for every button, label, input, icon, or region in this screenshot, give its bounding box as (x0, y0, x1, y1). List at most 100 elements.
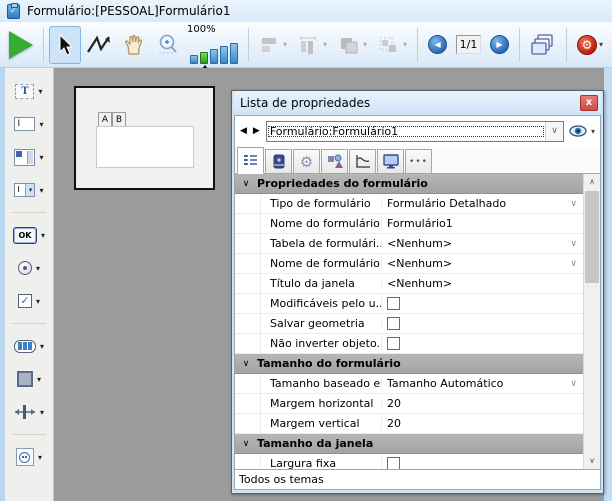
form-tab-b[interactable]: B (112, 112, 126, 126)
chevron-down-icon: ▾ (591, 127, 595, 136)
settings-button[interactable]: ⚙ ▾ (572, 26, 608, 64)
form-tab-a[interactable]: A (98, 112, 112, 126)
value-text[interactable]: Formulário Detalhado (387, 197, 506, 210)
socket-tool-button[interactable]: ▾ (16, 444, 42, 470)
slider-tool-button[interactable]: ▾ (14, 399, 44, 425)
run-form-button[interactable] (4, 26, 38, 64)
scroll-down-icon[interactable]: ∨ (584, 453, 600, 469)
next-object-button[interactable]: ▶ (253, 126, 261, 136)
zoom-bar-3[interactable] (210, 49, 218, 64)
property-value[interactable] (382, 317, 583, 330)
chevron-down-icon[interactable]: ∨ (570, 239, 577, 249)
tab-objects[interactable] (321, 149, 348, 173)
label-tool-button[interactable]: T ▾ (15, 78, 42, 104)
chevron-down-icon[interactable]: ▾ (39, 120, 43, 129)
properties-panel: Lista de propriedades x ◀ ▶ Formulário:F… (231, 90, 604, 494)
property-value[interactable] (382, 297, 583, 310)
chevron-down-icon[interactable]: ▾ (38, 453, 42, 462)
previous-object-button[interactable]: ◀ (240, 126, 248, 136)
row-gutter (235, 274, 261, 293)
chevron-down-icon[interactable]: ∨ (545, 122, 563, 141)
value-checkbox[interactable] (387, 297, 400, 310)
close-button[interactable]: x (580, 95, 598, 111)
zoom-bar-1[interactable] (190, 55, 198, 64)
radio-tool-button[interactable]: ▾ (18, 255, 40, 281)
value-text[interactable]: <Nenhum> (387, 257, 452, 270)
combobox-tool-button[interactable]: I ▾ (14, 177, 43, 203)
scroll-up-icon[interactable]: ∧ (584, 174, 600, 190)
chevron-down-icon[interactable]: ▾ (36, 297, 40, 306)
value-checkbox[interactable] (387, 457, 400, 469)
properties-panel-titlebar[interactable]: Lista de propriedades x (234, 91, 601, 115)
shapes-icon (327, 154, 343, 170)
tab-display[interactable] (377, 149, 404, 173)
chevron-down-icon[interactable]: ▾ (41, 231, 45, 240)
page-indicator: 1/1 (456, 35, 481, 54)
value-text[interactable]: 20 (387, 417, 401, 430)
chevron-down-icon[interactable]: ▾ (39, 153, 43, 162)
value-text[interactable]: Tamanho Automático (387, 377, 503, 390)
connector-tool-button[interactable] (81, 26, 117, 64)
tab-behavior[interactable]: ⚙ (293, 149, 320, 173)
zoom-bar-4[interactable] (220, 46, 228, 64)
row-gutter (235, 194, 261, 213)
form-tab-content[interactable] (96, 126, 194, 168)
form-preview[interactable]: A B (74, 86, 215, 190)
property-value[interactable] (382, 337, 583, 350)
chevron-down-icon[interactable]: ▾ (36, 264, 40, 273)
checkbox-tool-button[interactable]: ✓ ▾ (18, 288, 40, 314)
chevron-down-icon[interactable]: ∨ (570, 379, 577, 389)
value-text[interactable]: Formulário1 (387, 217, 453, 230)
property-value[interactable]: Formulário1 (382, 217, 583, 230)
property-label: Nome de formulário... (261, 257, 382, 270)
pan-tool-button[interactable] (117, 26, 151, 64)
rectangle-tool-button[interactable]: ▾ (17, 366, 41, 392)
section-header-tamanho-do-formulario[interactable]: ∨Tamanho do formulário (235, 354, 583, 374)
chevron-down-icon[interactable]: ▾ (40, 408, 44, 417)
previous-page-button[interactable]: ◀ (423, 26, 452, 64)
property-value[interactable]: 20 (382, 417, 583, 430)
window-list-button[interactable] (525, 26, 561, 64)
combobox-icon: I (14, 183, 35, 197)
value-checkbox[interactable] (387, 317, 400, 330)
tab-more[interactable]: ••• (405, 149, 432, 173)
select-tool-button[interactable] (49, 26, 81, 64)
next-page-button[interactable]: ▶ (485, 26, 514, 64)
value-checkbox[interactable] (387, 337, 400, 350)
zoom-bar-current[interactable] (200, 52, 208, 64)
property-value[interactable]: <Nenhum> ∨ (382, 237, 583, 250)
edit-field-tool-button[interactable]: I ▾ (14, 111, 43, 137)
tab-data[interactable] (265, 149, 292, 173)
property-value[interactable]: <Nenhum> ∨ (382, 257, 583, 270)
object-selector-combobox[interactable]: Formulário:Formulário1 ∨ (266, 121, 564, 142)
chevron-down-icon[interactable]: ▾ (37, 375, 41, 384)
section-header-propriedades-do-formulario[interactable]: ∨Propriedades do formulário (235, 174, 583, 194)
value-text[interactable]: <Nenhum> (387, 277, 452, 290)
chevron-down-icon[interactable]: ∨ (570, 199, 577, 209)
button-tool-button[interactable]: OK ▾ (13, 222, 45, 248)
property-value[interactable]: Formulário Detalhado ∨ (382, 197, 583, 210)
property-list-icon (243, 153, 259, 169)
value-text[interactable]: <Nenhum> (387, 237, 452, 250)
property-value[interactable]: 20 (382, 397, 583, 410)
zoom-level-control[interactable]: 100% (185, 26, 243, 64)
property-value[interactable]: <Nenhum> (382, 277, 583, 290)
vertical-scrollbar[interactable]: ∧ ∨ (583, 174, 600, 469)
chevron-down-icon[interactable]: ▾ (39, 186, 43, 195)
tab-chart[interactable] (349, 149, 376, 173)
value-text[interactable]: 20 (387, 397, 401, 410)
align-objects-button: ▾ (254, 26, 292, 64)
listbox-tool-button[interactable]: ▾ (14, 144, 43, 170)
progressbar-tool-button[interactable]: ▾ (14, 333, 44, 359)
zoom-tool-button[interactable] (151, 26, 185, 64)
scrollbar-thumb[interactable] (585, 191, 599, 283)
visibility-filter-button[interactable]: ▾ (569, 124, 595, 138)
chevron-down-icon[interactable]: ∨ (570, 259, 577, 269)
property-value[interactable] (382, 457, 583, 469)
property-value[interactable]: Tamanho Automático ∨ (382, 377, 583, 390)
chevron-down-icon[interactable]: ▾ (38, 87, 42, 96)
chevron-down-icon[interactable]: ▾ (40, 342, 44, 351)
zoom-bar-5[interactable] (230, 43, 238, 64)
tab-property-list[interactable] (237, 147, 264, 174)
section-header-tamanho-da-janela[interactable]: ∨Tamanho da janela (235, 434, 583, 454)
